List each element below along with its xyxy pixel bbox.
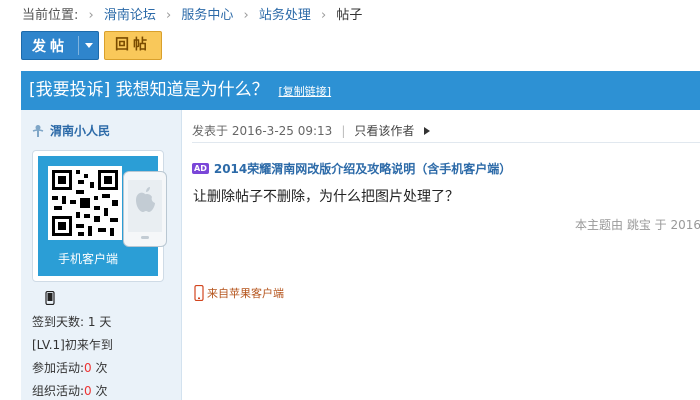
breadcrumb-item-site-affairs[interactable]: 站务处理 <box>259 8 311 23</box>
breadcrumb-prefix: 当前位置: <box>22 8 79 23</box>
qr-caption: 手机客户端 <box>57 252 118 266</box>
author-name[interactable]: 渭南小人民 <box>50 122 110 139</box>
chevron-down-icon[interactable] <box>79 43 98 48</box>
new-post-label: 发帖 <box>32 38 68 55</box>
organized-value: 0 <box>84 384 92 398</box>
checkin-value: 1 <box>87 315 96 329</box>
mobile-phone-icon <box>194 285 204 301</box>
joined-label: 参加活动: <box>32 361 85 375</box>
ad-link[interactable]: 2014荣耀渭南网改版介绍及攻略说明（含手机客户端） <box>214 160 511 177</box>
qr-panel: 手机客户端 <box>38 156 167 276</box>
organized-activities: 组织活动:0 次 <box>32 382 108 399</box>
checkin-label: 签到天数: <box>32 315 85 329</box>
joined-unit: 次 <box>95 361 108 375</box>
level-label: [LV.1]初来乍到 <box>32 338 113 352</box>
checkin-days: 签到天数: 1 天 <box>32 313 111 330</box>
breadcrumb-separator: › <box>88 8 94 23</box>
thread-title: [我要投诉] 我想知道是为什么？ <box>29 80 269 100</box>
copy-link[interactable]: [复制链接] <box>279 85 332 98</box>
post-time: 发表于 2016-3-25 09:13 <box>192 124 333 138</box>
breadcrumb-separator: › <box>166 8 172 23</box>
reply-label: 回帖 <box>115 37 151 53</box>
breadcrumb: 当前位置: › 滑南论坛 › 服务中心 › 站务处理 › 帖子 <box>22 6 362 26</box>
breadcrumb-separator: › <box>321 8 327 23</box>
reply-button[interactable]: 回帖 <box>104 31 162 60</box>
user-level: [LV.1]初来乍到 <box>32 336 113 353</box>
breadcrumb-item-service-center[interactable]: 服务中心 <box>181 8 233 23</box>
post-content: 让删除帖子不删除，为什么把图片处理了？ <box>193 189 459 205</box>
author-sidebar: 渭南小人民 手机客户端 签到天数: 1 天 [LV.1]初来乍到 参加活动:0 … <box>21 110 182 400</box>
post-meta: 发表于 2016-3-25 09:13 | 只看该作者 <box>192 122 432 139</box>
breadcrumb-separator: › <box>243 8 249 23</box>
ad-badge: AD <box>192 163 209 174</box>
organized-unit: 次 <box>95 384 108 398</box>
meta-separator: | <box>341 123 346 138</box>
only-author-link[interactable]: 只看该作者 <box>354 122 414 139</box>
mobile-client-card[interactable]: 手机客户端 <box>32 150 167 282</box>
joined-activities: 参加活动:0 次 <box>32 359 108 376</box>
play-arrow-icon[interactable] <box>422 126 432 136</box>
breadcrumb-item-forum[interactable]: 滑南论坛 <box>104 8 156 23</box>
qr-code <box>48 166 122 240</box>
author-info: 渭南小人民 <box>31 122 110 139</box>
new-post-button[interactable]: 发帖 <box>21 31 99 60</box>
ad-line: AD 2014荣耀渭南网改版介绍及攻略说明（含手机客户端） <box>192 160 511 177</box>
thread-header: [我要投诉] 我想知道是为什么？ [复制链接] <box>21 71 700 110</box>
checkin-unit: 天 <box>99 315 112 329</box>
mobile-phone-icon <box>45 291 55 305</box>
user-icon <box>32 124 44 137</box>
organized-label: 组织活动: <box>32 384 85 398</box>
moderation-note: 本主题由 跳宝 于 2016 <box>575 218 700 232</box>
meta-divider <box>192 142 700 143</box>
source-text[interactable]: 来自苹果客户端 <box>207 285 284 301</box>
phone-apple-icon <box>123 171 167 247</box>
post-source: 来自苹果客户端 <box>194 285 284 301</box>
breadcrumb-item-current: 帖子 <box>336 8 363 23</box>
joined-value: 0 <box>84 361 92 375</box>
